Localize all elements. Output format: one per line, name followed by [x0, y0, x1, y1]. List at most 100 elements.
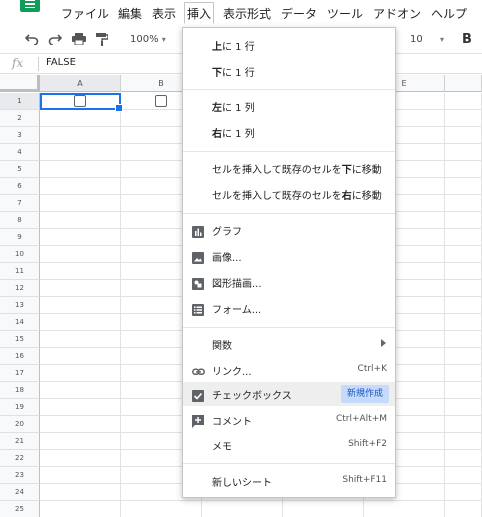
insert-new-sheet[interactable]: 新しいシート Shift+F11: [183, 469, 395, 493]
row-header[interactable]: 4: [0, 144, 40, 161]
grid-cell[interactable]: [40, 178, 121, 195]
grid-cell[interactable]: [445, 93, 482, 110]
menu-insert[interactable]: 挿入: [184, 2, 215, 24]
grid-cell[interactable]: [40, 297, 121, 314]
undo-icon[interactable]: [24, 33, 39, 49]
row-header[interactable]: 22: [0, 450, 40, 467]
row-header[interactable]: 13: [0, 297, 40, 314]
grid-cell[interactable]: [445, 263, 482, 280]
grid-cell[interactable]: [445, 195, 482, 212]
row-header[interactable]: 19: [0, 399, 40, 416]
insert-cells-shift-down[interactable]: セルを挿入して既存のセルを下に移動: [183, 156, 395, 180]
bold-button[interactable]: B: [462, 32, 472, 47]
row-header[interactable]: 2: [0, 110, 40, 127]
row-header[interactable]: 5: [0, 161, 40, 178]
grid-cell[interactable]: [445, 484, 482, 501]
grid-cell[interactable]: [40, 331, 121, 348]
menu-help[interactable]: ヘルプ: [428, 3, 470, 25]
grid-cell[interactable]: [40, 195, 121, 212]
grid-cell[interactable]: [445, 501, 482, 517]
grid-cell[interactable]: [121, 501, 202, 517]
row-header[interactable]: 7: [0, 195, 40, 212]
grid-cell[interactable]: [445, 127, 482, 144]
grid-cell[interactable]: [40, 280, 121, 297]
insert-row-above[interactable]: 上に 1 行: [183, 33, 395, 57]
col-header-a[interactable]: A: [40, 75, 121, 92]
insert-image[interactable]: 画像...: [183, 244, 395, 268]
menu-format[interactable]: 表示形式: [220, 3, 274, 25]
row-header[interactable]: 16: [0, 348, 40, 365]
select-all-corner[interactable]: [0, 75, 40, 92]
print-icon[interactable]: [72, 33, 86, 49]
row-header[interactable]: 25: [0, 501, 40, 517]
grid-cell[interactable]: [40, 416, 121, 433]
menu-view[interactable]: 表示: [149, 3, 179, 25]
grid-cell[interactable]: [40, 450, 121, 467]
grid-cell[interactable]: [445, 144, 482, 161]
grid-cell[interactable]: [445, 399, 482, 416]
row-header[interactable]: 9: [0, 229, 40, 246]
formula-input[interactable]: FALSE: [46, 57, 76, 68]
insert-form[interactable]: フォーム...: [183, 296, 395, 320]
grid-cell[interactable]: [445, 348, 482, 365]
menu-data[interactable]: データ: [278, 3, 320, 25]
grid-cell[interactable]: [40, 212, 121, 229]
grid-cell[interactable]: [445, 178, 482, 195]
grid-cell[interactable]: [40, 365, 121, 382]
row-header[interactable]: 10: [0, 246, 40, 263]
row-header[interactable]: 6: [0, 178, 40, 195]
grid-cell[interactable]: [40, 467, 121, 484]
checkbox-a1[interactable]: [74, 95, 86, 107]
grid-cell[interactable]: [40, 484, 121, 501]
insert-function[interactable]: 関数: [183, 332, 395, 356]
sheets-logo-icon[interactable]: [20, 0, 40, 12]
insert-comment[interactable]: コメント Ctrl+Alt+M: [183, 408, 395, 432]
row-header[interactable]: 21: [0, 433, 40, 450]
row-header[interactable]: 1: [0, 93, 40, 110]
grid-cell[interactable]: [445, 331, 482, 348]
menu-edit[interactable]: 編集: [115, 3, 145, 25]
grid-cell[interactable]: [445, 246, 482, 263]
insert-cells-shift-right[interactable]: セルを挿入して既存のセルを右に移動: [183, 182, 395, 206]
grid-cell[interactable]: [445, 229, 482, 246]
insert-link[interactable]: リンク... Ctrl+K: [183, 358, 395, 382]
insert-col-right[interactable]: 右に 1 列: [183, 120, 395, 144]
grid-cell[interactable]: [40, 246, 121, 263]
grid-cell[interactable]: [40, 314, 121, 331]
grid-cell[interactable]: [283, 501, 364, 517]
font-size-select[interactable]: 10: [410, 34, 423, 45]
checkbox-b1[interactable]: [155, 95, 167, 107]
row-header[interactable]: 17: [0, 365, 40, 382]
grid-cell[interactable]: [40, 433, 121, 450]
row-header[interactable]: 15: [0, 331, 40, 348]
grid-cell[interactable]: [445, 365, 482, 382]
grid-cell[interactable]: [40, 382, 121, 399]
row-header[interactable]: 18: [0, 382, 40, 399]
grid-cell[interactable]: [445, 161, 482, 178]
grid-cell[interactable]: [40, 161, 121, 178]
grid-cell[interactable]: [445, 433, 482, 450]
insert-row-below[interactable]: 下に 1 行: [183, 59, 395, 83]
font-size-arrow-icon[interactable]: ▾: [440, 35, 444, 44]
redo-icon[interactable]: [48, 33, 63, 49]
row-header[interactable]: 24: [0, 484, 40, 501]
insert-col-left[interactable]: 左に 1 列: [183, 94, 395, 118]
grid-cell[interactable]: [445, 450, 482, 467]
insert-note[interactable]: メモ Shift+F2: [183, 433, 395, 457]
zoom-select[interactable]: 100% ▾: [130, 34, 166, 45]
insert-checkbox[interactable]: チェックボックス 新規作成: [183, 382, 395, 406]
grid-cell[interactable]: [40, 348, 121, 365]
grid-cell[interactable]: [445, 212, 482, 229]
grid-cell[interactable]: [445, 110, 482, 127]
row-header[interactable]: 3: [0, 127, 40, 144]
row-header[interactable]: 14: [0, 314, 40, 331]
row-header[interactable]: 12: [0, 280, 40, 297]
insert-drawing[interactable]: 図形描画...: [183, 270, 395, 294]
row-header[interactable]: 11: [0, 263, 40, 280]
grid-cell[interactable]: [445, 467, 482, 484]
grid-cell[interactable]: [445, 416, 482, 433]
grid-cell[interactable]: [40, 263, 121, 280]
insert-chart[interactable]: グラフ: [183, 218, 395, 242]
row-header[interactable]: 20: [0, 416, 40, 433]
grid-cell[interactable]: [40, 144, 121, 161]
